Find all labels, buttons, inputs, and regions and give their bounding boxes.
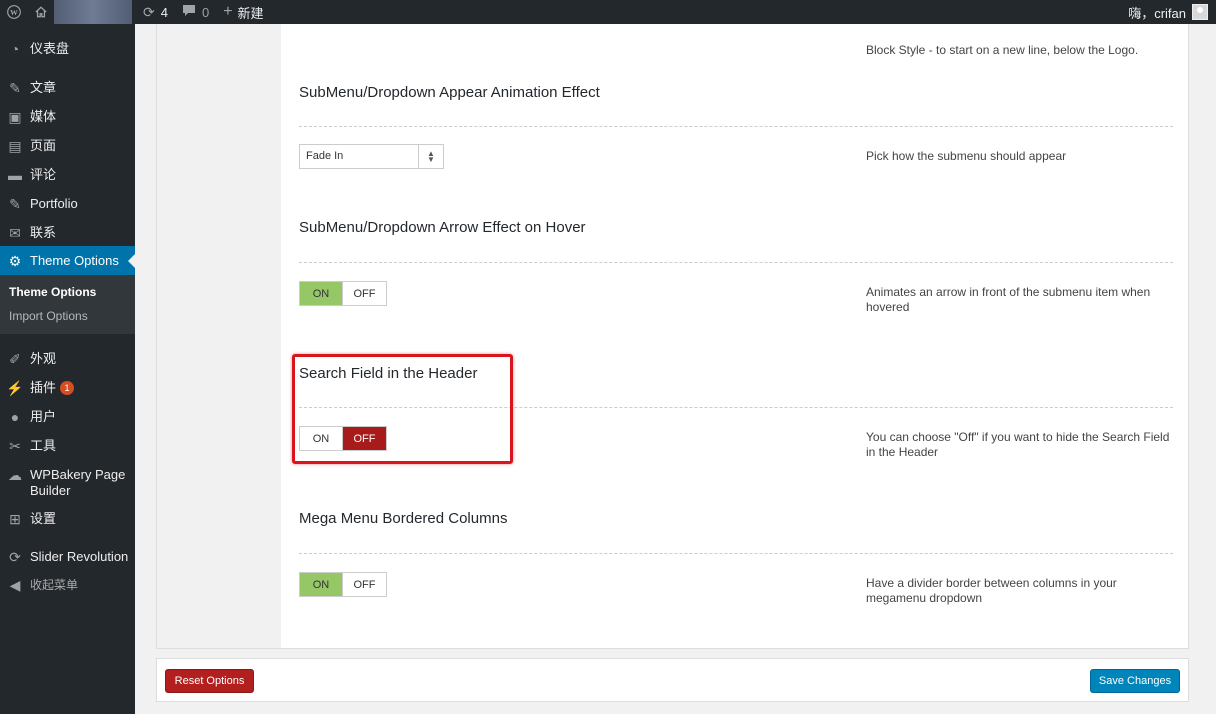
sidebar-item-label: 评论: [30, 167, 57, 182]
wordpress-logo-icon[interactable]: W: [0, 0, 28, 24]
collapse-arrow-icon: ◀: [9, 577, 21, 593]
sidebar-item-label: 用户: [30, 409, 57, 424]
options-footer: Reset Options Save Changes: [156, 658, 1189, 702]
sidebar-item-theme-options[interactable]: ⚙ Theme Options: [0, 246, 135, 275]
sidebar-item-label: Slider Revolution: [30, 549, 129, 564]
avatar: [1192, 4, 1208, 20]
sidebar-item-label: 联系: [30, 225, 57, 240]
field-description: Pick how the submenu should appear: [866, 149, 1067, 163]
field-description: You can choose "Off" if you want to hide…: [866, 430, 1170, 459]
user-icon: ●: [10, 409, 20, 425]
refresh-icon: ⟳: [143, 3, 155, 20]
plugin-icon: ⚡: [6, 380, 24, 396]
collapse-menu-label: 收起菜单: [30, 578, 79, 592]
updates-count: 4: [160, 4, 168, 20]
wrench-icon: ✂: [9, 438, 21, 454]
media-icon: ▣: [8, 109, 22, 125]
sidebar-item-media[interactable]: ▣ 媒体: [0, 108, 135, 126]
collapse-menu-button[interactable]: ◀ 收起菜单: [0, 576, 135, 594]
field-title-mega-menu-borders: Mega Menu Bordered Columns: [299, 510, 508, 527]
comment-icon: ▬: [8, 167, 22, 183]
field-divider: [299, 262, 1173, 263]
sidebar-item-label: Portfolio: [30, 196, 78, 211]
sidebar-item-label: 页面: [30, 138, 57, 153]
field-description: Have a divider border between columns in…: [866, 576, 1117, 605]
field-description: Animates an arrow in front of the submen…: [866, 285, 1151, 314]
sidebar-item-label: Theme Options: [30, 253, 119, 268]
svg-text:W: W: [10, 8, 18, 17]
home-icon[interactable]: [28, 0, 54, 24]
mail-icon: ✉: [9, 225, 21, 241]
new-label: 新建: [237, 5, 264, 21]
field-divider: [299, 553, 1173, 554]
gear-icon: ⚙: [8, 253, 22, 269]
update-badge: 1: [60, 381, 75, 395]
sidebar-item-wpbakery[interactable]: ☁ WPBakery Page Builder: [0, 466, 135, 499]
toggle-on-option[interactable]: ON: [300, 282, 343, 305]
dashboard-icon: ◔: [10, 41, 20, 57]
sidebar-item-plugins[interactable]: ⚡ 插件 1: [0, 379, 135, 397]
field-divider: [299, 126, 1173, 127]
save-changes-button[interactable]: Save Changes: [1090, 669, 1180, 693]
sidebar-item-comments[interactable]: ▬ 评论: [0, 166, 135, 184]
pin-icon: ✎: [9, 80, 21, 96]
sidebar-item-label: 文章: [30, 80, 57, 95]
comments-link[interactable]: 0: [175, 0, 216, 24]
sidebar-item-contact[interactable]: ✉ 联系: [0, 224, 135, 242]
field-title-submenu-animation: SubMenu/Dropdown Appear Animation Effect: [299, 84, 600, 101]
settings-icon: ⊞: [9, 511, 21, 527]
submenu-animation-select[interactable]: Fade In ▲ ▼: [299, 144, 444, 169]
sidebar-item-label: 插件 1: [30, 379, 75, 396]
sidebar-item-label: WPBakery Page Builder: [30, 467, 126, 498]
pin-icon: ✎: [9, 196, 21, 212]
plus-icon: +: [223, 3, 233, 20]
arrow-effect-toggle[interactable]: ON OFF: [299, 281, 387, 306]
sidebar-item-appearance[interactable]: ✐ 外观: [0, 350, 135, 368]
top-field-description: Block Style - to start on a new line, be…: [866, 43, 1139, 57]
sidebar-item-pages[interactable]: ▤ 页面: [0, 137, 135, 155]
admin-sidebar: ◔ 仪表盘 ✎ 文章 ▣ 媒体 ▤ 页面 ▬ 评论 ✎ Portfolio ✉ …: [0, 24, 135, 714]
brush-icon: ✐: [9, 351, 21, 367]
user-greeting: 嗨，crifan: [1128, 5, 1186, 21]
sidebar-item-dashboard[interactable]: ◔ 仪表盘: [0, 40, 135, 58]
comments-count: 0: [201, 4, 210, 20]
field-title-arrow-effect: SubMenu/Dropdown Arrow Effect on Hover: [299, 219, 586, 236]
sidebar-item-label: 外观: [30, 351, 57, 366]
page-icon: ▤: [8, 138, 22, 154]
submenu-item-theme-options[interactable]: Theme Options: [9, 285, 96, 299]
updates-link[interactable]: ⟳ 4: [136, 0, 175, 24]
theme-options-submenu: Theme Options Import Options: [0, 275, 135, 334]
cloud-icon: ☁: [8, 467, 22, 483]
sidebar-item-settings[interactable]: ⊞ 设置: [0, 510, 135, 528]
refresh-icon: ⟳: [9, 549, 21, 565]
select-arrows-icon: ▲ ▼: [418, 145, 443, 168]
sidebar-item-users[interactable]: ● 用户: [0, 408, 135, 426]
select-value: Fade In: [306, 150, 344, 162]
annotation-highlight-box: [292, 354, 513, 464]
comment-bubble-icon: [182, 4, 196, 20]
sidebar-item-label: 媒体: [30, 109, 57, 124]
mega-menu-borders-toggle[interactable]: ON OFF: [299, 572, 387, 597]
sidebar-item-slider-revolution[interactable]: ⟳ Slider Revolution: [0, 548, 135, 566]
submenu-item-import-options[interactable]: Import Options: [9, 309, 88, 323]
main-content: Block Style - to start on a new line, be…: [135, 22, 1216, 714]
options-panel: Block Style - to start on a new line, be…: [156, 22, 1189, 649]
user-account-menu[interactable]: 嗨，crifan: [1128, 3, 1216, 22]
options-tabs-column: [157, 23, 281, 648]
site-name-blurred[interactable]: [54, 0, 132, 24]
sidebar-item-label: 工具: [30, 438, 57, 453]
toggle-off-option[interactable]: OFF: [343, 573, 386, 596]
sidebar-item-label: 仪表盘: [30, 41, 70, 56]
admin-bar: W ⟳ 4 0 + 新建 嗨，crifan: [0, 0, 1216, 24]
toggle-on-option[interactable]: ON: [300, 573, 343, 596]
sidebar-item-posts[interactable]: ✎ 文章: [0, 79, 135, 97]
toggle-off-option[interactable]: OFF: [343, 282, 386, 305]
reset-options-button[interactable]: Reset Options: [165, 669, 254, 693]
sidebar-item-portfolio[interactable]: ✎ Portfolio: [0, 195, 135, 213]
sidebar-item-label: 设置: [30, 511, 57, 526]
new-content-link[interactable]: + 新建: [216, 0, 270, 24]
sidebar-item-tools[interactable]: ✂ 工具: [0, 437, 135, 455]
